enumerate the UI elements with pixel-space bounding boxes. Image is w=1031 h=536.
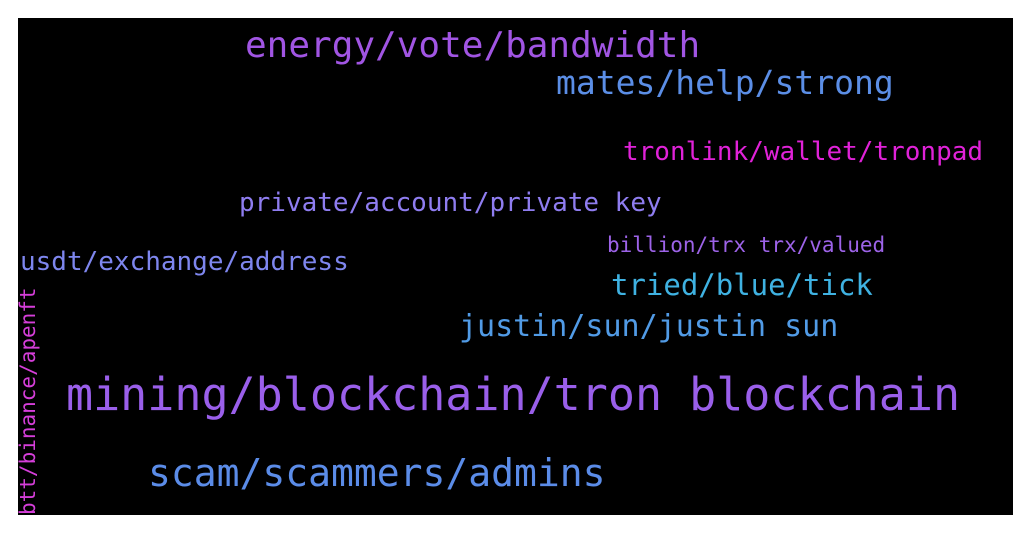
word-btt-binance-apenft: btt/binance/apenft bbox=[18, 287, 40, 515]
word-energy-vote-bandwidth: energy/vote/bandwidth bbox=[245, 25, 701, 66]
word-mining-blockchain-tron-blockchain: mining/blockchain/tron blockchain bbox=[66, 368, 961, 421]
word-private-account-private-key: private/account/private key bbox=[239, 188, 662, 218]
word-mates-help-strong: mates/help/strong bbox=[556, 63, 894, 102]
word-usdt-exchange-address: usdt/exchange/address bbox=[20, 247, 349, 277]
word-billion-trx-valued: billion/trx trx/valued bbox=[607, 233, 886, 257]
word-scam-scammers-admins: scam/scammers/admins bbox=[148, 451, 606, 495]
word-tronlink-wallet-tronpad: tronlink/wallet/tronpad bbox=[623, 137, 984, 167]
word-justin-sun: justin/sun/justin sun bbox=[459, 309, 839, 344]
word-tried-blue-tick: tried/blue/tick bbox=[611, 268, 873, 302]
word-cloud-canvas: energy/vote/bandwidth mates/help/strong … bbox=[18, 18, 1013, 515]
